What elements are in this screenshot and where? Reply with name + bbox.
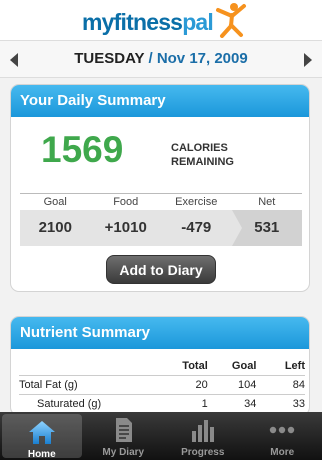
current-date: TUESDAY / Nov 17, 2009 (0, 50, 322, 67)
date-day: TUESDAY (74, 50, 145, 67)
nutrient-col-total: Total (182, 359, 208, 372)
tab-more[interactable]: More (243, 412, 322, 460)
nutrient-total: 1 (162, 393, 208, 413)
nutrient-col-left: Left (284, 359, 305, 372)
stat-label-exercise: Exercise (175, 196, 218, 208)
tab-more-label: More (270, 447, 295, 458)
diary-icon (116, 418, 133, 442)
stat-value-exercise: -479 (181, 219, 212, 236)
nutrient-goal: 104 (207, 374, 257, 394)
stat-value-food: +1010 (104, 219, 147, 236)
logo-text-part1: myfitness (82, 9, 183, 35)
nutrient-left: 33 (256, 393, 305, 413)
nutrient-table: Total Goal Left Total Fat (g) 20 104 84 … (19, 357, 305, 413)
date-value: Nov 17, 2009 (156, 50, 248, 67)
nutrient-goal: 34 (207, 393, 257, 413)
next-day-arrow-icon[interactable] (304, 53, 312, 67)
calories-label-line1: CALORIES (171, 142, 228, 154)
nutrient-left: 84 (256, 374, 305, 394)
tab-home[interactable]: Home (2, 414, 82, 460)
net-chevron-divider (232, 210, 242, 246)
logo-text-part2: pal (182, 9, 214, 35)
more-dots-icon (270, 426, 295, 434)
nutrient-name: Saturated (g) (19, 393, 163, 413)
nutrient-total: 20 (162, 374, 208, 394)
calories-remaining-value: 1569 (41, 129, 124, 170)
running-figure-icon (216, 3, 246, 38)
nutrient-col-name (19, 357, 162, 375)
app-logo: myfitnesspal (80, 3, 250, 38)
tab-bar: Home My Diary Progress More (0, 412, 322, 460)
daily-summary-card: Your Daily Summary 1569 CALORIES REMAINI… (10, 84, 310, 292)
stat-label-net: Net (258, 196, 276, 208)
calorie-stats-values: 2100 +1010 -479 531 (20, 210, 302, 246)
home-icon (28, 421, 55, 444)
calorie-stats-header: Goal Food Exercise Net (20, 194, 302, 210)
calories-remaining-label: CALORIES REMAINING (171, 141, 234, 169)
calorie-stats: Goal Food Exercise Net 2100 +1010 -479 5… (20, 193, 302, 246)
stat-label-goal: Goal (43, 196, 67, 208)
nutrient-col-goal: Goal (231, 359, 257, 372)
logo-text: myfitnesspal (82, 9, 214, 36)
table-row: Total Fat (g) 20 104 84 (19, 374, 305, 394)
nutrient-summary-title: Nutrient Summary (11, 317, 309, 349)
nutrient-summary-card: Nutrient Summary Total Goal Left Total F… (10, 316, 310, 416)
progress-chart-icon (191, 420, 214, 442)
stat-value-net: 531 (231, 210, 302, 246)
calories-label-line2: REMAINING (171, 156, 234, 168)
stat-value-goal: 2100 (38, 219, 72, 236)
table-row: Saturated (g) 1 34 33 (19, 393, 305, 413)
date-separator: / (144, 50, 157, 67)
tab-progress-label: Progress (181, 447, 225, 458)
tab-home-label: Home (27, 449, 56, 460)
app-header: myfitnesspal (0, 0, 322, 40)
nutrient-name: Total Fat (g) (19, 374, 163, 394)
nutrient-table-header: Total Goal Left (19, 357, 305, 375)
tab-my-diary[interactable]: My Diary (84, 412, 164, 460)
date-navigation: TUESDAY / Nov 17, 2009 (0, 40, 322, 78)
tab-my-diary-label: My Diary (102, 447, 145, 458)
add-to-diary-button[interactable]: Add to Diary (106, 255, 216, 284)
daily-summary-title: Your Daily Summary (11, 85, 309, 117)
tab-progress[interactable]: Progress (163, 412, 243, 460)
stat-label-food: Food (113, 196, 139, 208)
